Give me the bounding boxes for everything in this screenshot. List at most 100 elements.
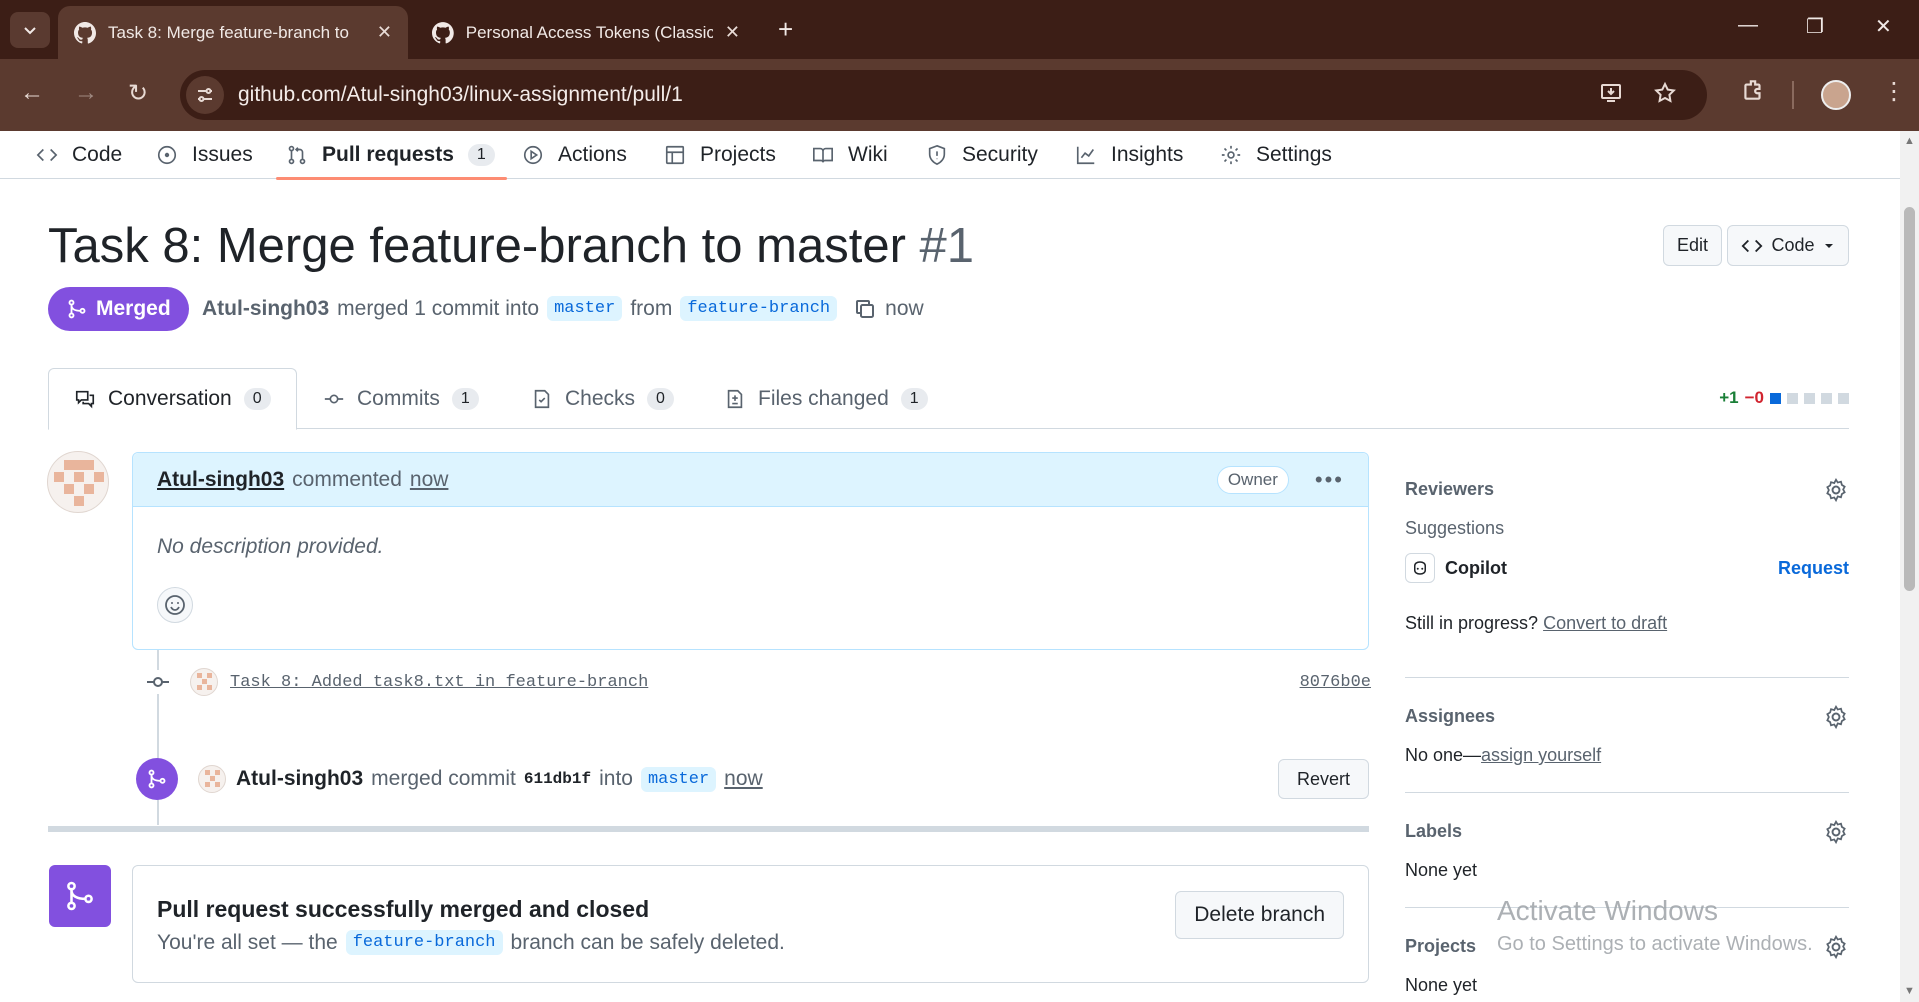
add-reaction-button[interactable] xyxy=(157,587,193,623)
copy-icon[interactable] xyxy=(853,297,877,321)
tab-title: Personal Access Tokens (Classic xyxy=(465,22,713,42)
revert-button[interactable]: Revert xyxy=(1277,759,1369,799)
pr-author[interactable]: Atul-singh03 xyxy=(202,297,329,321)
merge-author[interactable]: Atul-singh03 xyxy=(236,767,363,791)
close-window-icon[interactable]: ✕ xyxy=(1875,14,1892,39)
deletions-count: −0 xyxy=(1744,388,1764,407)
from-text: from xyxy=(630,296,673,320)
request-review-link[interactable]: Request xyxy=(1778,558,1849,579)
draft-line: Still in progress? Convert to draft xyxy=(1405,613,1849,634)
suggestions-label: Suggestions xyxy=(1405,518,1505,538)
labels-heading[interactable]: Labels xyxy=(1405,821,1849,842)
merge-into: into xyxy=(599,767,633,790)
repo-tab-wiki[interactable]: Wiki xyxy=(812,131,888,178)
assign-yourself-link[interactable]: assign yourself xyxy=(1481,745,1601,765)
repo-tab-pull-requests[interactable]: Pull requests 1 xyxy=(276,131,507,180)
repo-tab-label: Projects xyxy=(700,142,776,166)
commit-author-avatar[interactable] xyxy=(190,668,218,696)
copilot-icon xyxy=(1405,553,1435,583)
browser-tab-bar: Task 8: Merge feature-branch to ✕ Person… xyxy=(0,0,1919,59)
reviewers-heading[interactable]: Reviewers xyxy=(1405,479,1849,500)
merged-sub-prefix: You're all set — the xyxy=(157,930,338,954)
pr-number: #1 xyxy=(919,219,975,273)
browser-tab-active[interactable]: Task 8: Merge feature-branch to ✕ xyxy=(58,6,408,59)
checklist-icon xyxy=(534,389,550,408)
close-tab-icon[interactable]: ✕ xyxy=(725,22,740,43)
forward-icon[interactable]: → xyxy=(74,79,98,107)
gear-icon[interactable] xyxy=(1823,934,1849,965)
restore-icon[interactable]: ❐ xyxy=(1806,14,1824,39)
extensions-icon[interactable] xyxy=(1740,77,1766,108)
reload-icon[interactable]: ↻ xyxy=(128,79,148,108)
merge-author-avatar[interactable] xyxy=(198,765,226,793)
diffstat-block xyxy=(1787,392,1798,404)
tab-files-changed[interactable]: Files changed 1 xyxy=(699,368,953,429)
sidebar-assignees: Assignees No one—assign yourself xyxy=(1405,704,1849,766)
code-dropdown-button[interactable]: Code xyxy=(1727,225,1849,266)
base-branch[interactable]: master xyxy=(547,296,623,321)
repo-tab-actions[interactable]: Actions xyxy=(522,131,627,178)
git-merge-icon xyxy=(68,299,86,319)
graph-icon xyxy=(1076,146,1095,164)
commit-message[interactable]: Task 8: Added task8.txt in feature-branc… xyxy=(230,673,648,692)
diffstat-block xyxy=(1770,392,1781,404)
comment-header: Atul-singh03 commented now Owner ••• xyxy=(133,453,1368,507)
repo-tab-label: Code xyxy=(72,142,123,166)
pr-title-text: Task 8: Merge feature-branch to master xyxy=(48,219,906,273)
repo-tab-code[interactable]: Code xyxy=(36,131,122,178)
merge-commit-sha[interactable]: 611db1f xyxy=(524,770,591,788)
merge-time[interactable]: now xyxy=(724,767,763,791)
deletable-branch[interactable]: feature-branch xyxy=(345,930,503,955)
tab-checks[interactable]: Checks 0 xyxy=(506,368,699,429)
address-bar[interactable]: github.com/Atul-singh03/linux-assignment… xyxy=(180,70,1707,120)
smiley-icon xyxy=(165,595,185,615)
repo-tab-security[interactable]: Security xyxy=(926,131,1038,178)
repo-nav: Code Issues Pull requests 1 Actions Proj… xyxy=(0,131,1900,180)
convert-to-draft-link[interactable]: Convert to draft xyxy=(1543,613,1667,633)
bookmark-star-icon[interactable] xyxy=(1653,81,1677,110)
sidebar-divider xyxy=(1405,907,1849,908)
repo-tab-issues[interactable]: Issues xyxy=(156,131,253,178)
close-tab-icon[interactable]: ✕ xyxy=(377,22,392,43)
browser-tab[interactable]: Personal Access Tokens (Classic ✕ xyxy=(416,6,756,59)
profile-avatar[interactable] xyxy=(1821,80,1851,110)
repo-tab-insights[interactable]: Insights xyxy=(1075,131,1183,178)
minimize-icon[interactable]: — xyxy=(1738,14,1758,37)
new-tab-icon[interactable]: + xyxy=(778,14,793,45)
scroll-down-icon[interactable]: ▼ xyxy=(1904,985,1915,997)
comment-box: Atul-singh03 commented now Owner ••• No … xyxy=(132,452,1369,650)
back-icon[interactable]: ← xyxy=(20,79,44,107)
gear-icon[interactable] xyxy=(1823,477,1849,508)
tab-search-button[interactable] xyxy=(10,12,50,48)
repo-tab-projects[interactable]: Projects xyxy=(664,131,776,178)
merge-target-branch[interactable]: master xyxy=(640,766,717,792)
scrollbar-thumb[interactable] xyxy=(1904,207,1915,591)
head-branch[interactable]: feature-branch xyxy=(680,296,838,321)
repo-tab-settings[interactable]: Settings xyxy=(1220,131,1332,178)
page-scrollbar[interactable]: ▲ ▼ xyxy=(1900,131,1919,1002)
edit-title-button[interactable]: Edit xyxy=(1663,225,1722,266)
pr-time: now xyxy=(885,296,924,320)
more-options-icon[interactable]: ••• xyxy=(1315,467,1344,493)
commit-sha[interactable]: 8076b0e xyxy=(1300,673,1371,692)
gear-icon[interactable] xyxy=(1823,819,1849,850)
tab-label: Commits xyxy=(357,386,440,410)
scroll-up-icon[interactable]: ▲ xyxy=(1904,135,1915,147)
comment-time[interactable]: now xyxy=(410,468,449,492)
projects-heading[interactable]: Projects xyxy=(1405,936,1849,957)
tab-commits[interactable]: Commits 1 xyxy=(298,368,504,429)
menu-kebab-icon[interactable]: ⋮ xyxy=(1882,77,1906,106)
gear-icon[interactable] xyxy=(1823,704,1849,735)
comment-author-avatar[interactable] xyxy=(47,451,109,513)
tab-conversation[interactable]: Conversation 0 xyxy=(48,368,297,430)
repo-tab-label: Issues xyxy=(192,142,253,166)
install-app-icon[interactable] xyxy=(1599,81,1623,110)
delete-branch-button[interactable]: Delete branch xyxy=(1175,891,1344,939)
merged-status-box: Pull request successfully merged and clo… xyxy=(132,865,1369,983)
site-info-icon[interactable] xyxy=(186,76,224,114)
book-icon xyxy=(813,147,833,162)
assignees-heading[interactable]: Assignees xyxy=(1405,706,1849,727)
additions-count: +1 xyxy=(1719,388,1739,407)
pull-requests-counter: 1 xyxy=(467,143,495,166)
comment-author[interactable]: Atul-singh03 xyxy=(157,468,284,492)
